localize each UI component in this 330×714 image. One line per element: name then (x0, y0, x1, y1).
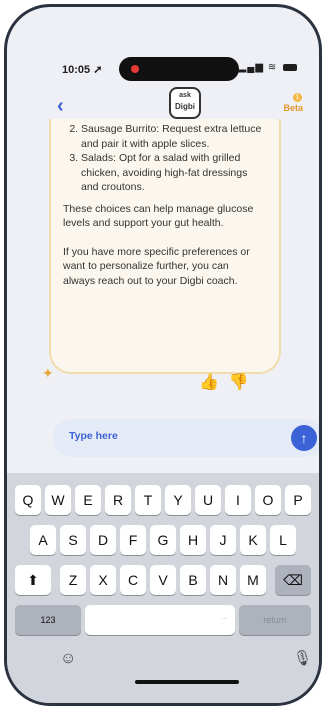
assistant-message-text: Sausage Burrito: Request extra lettuce a… (63, 122, 263, 288)
app-screen: 10:05 ➚ ▂▄▆ ≋ ‹ ask Digbi 1 Beta Sausage… (7, 7, 319, 703)
home-indicator[interactable] (135, 680, 239, 684)
status-time: 10:05 ➚ (62, 64, 103, 76)
key[interactable]: B (180, 565, 206, 595)
key[interactable]: R (105, 485, 131, 515)
key[interactable]: Y (165, 485, 191, 515)
key[interactable]: N (210, 565, 236, 595)
key[interactable]: E (75, 485, 101, 515)
list-item: Salads: Opt for a salad with grilled chi… (81, 151, 263, 195)
key[interactable]: K (240, 525, 266, 555)
key[interactable]: D (90, 525, 116, 555)
message-paragraph: If you have more specific preferences or… (63, 245, 250, 287)
feedback-buttons: 👍 👎 (199, 372, 259, 392)
key[interactable]: M (240, 565, 266, 595)
thumbs-down-icon[interactable]: 👎 (229, 374, 249, 391)
numbers-key[interactable]: 123 (15, 605, 81, 635)
key[interactable]: O (255, 485, 281, 515)
wifi-icon: ≋ (267, 62, 278, 73)
beta-badge[interactable]: Beta (283, 103, 303, 113)
message-input-bar: ↑ (53, 419, 319, 457)
space-key-hint: ... (221, 615, 227, 621)
microphone-icon[interactable]: 🎙 (293, 649, 312, 667)
arrow-up-icon: ↑ (300, 430, 308, 446)
phone-frame: 10:05 ➚ ▂▄▆ ≋ ‹ ask Digbi 1 Beta Sausage… (4, 4, 322, 706)
recording-indicator-icon (131, 65, 139, 73)
message-input[interactable] (67, 429, 271, 443)
emoji-icon[interactable]: ☺ (60, 650, 76, 668)
key[interactable]: V (150, 565, 176, 595)
keyboard: Q W E R T Y U I O P A S D F G H J K L ⬆ … (7, 473, 319, 703)
key[interactable]: P (285, 485, 311, 515)
key[interactable]: X (90, 565, 116, 595)
key[interactable]: I (225, 485, 251, 515)
battery-icon (283, 63, 297, 71)
logo-text-ask: ask (179, 92, 191, 99)
sparkle-icon: ✦ (42, 365, 54, 381)
backspace-key[interactable]: ⌫ (275, 565, 311, 595)
key[interactable]: C (120, 565, 146, 595)
key[interactable]: W (45, 485, 71, 515)
status-icons: ▂▄▆ ≋ (239, 62, 297, 73)
list-item: Sausage Burrito: Request extra lettuce a… (81, 122, 263, 151)
logo-text-digbi: Digbi (175, 102, 195, 111)
key[interactable]: Q (15, 485, 41, 515)
message-paragraph: These choices can help manage glucose le… (63, 202, 254, 230)
key[interactable]: G (150, 525, 176, 555)
recommendation-list: Sausage Burrito: Request extra lettuce a… (63, 122, 263, 195)
key[interactable]: J (210, 525, 236, 555)
key[interactable]: U (195, 485, 221, 515)
signal-icon: ▂▄▆ (238, 62, 265, 73)
dynamic-island (119, 57, 239, 81)
back-button[interactable]: ‹ (57, 95, 64, 118)
key[interactable]: F (120, 525, 146, 555)
key[interactable]: Z (60, 565, 86, 595)
shift-key[interactable]: ⬆ (15, 565, 51, 595)
ask-digbi-logo: ask Digbi (169, 87, 201, 121)
send-button[interactable]: ↑ (291, 425, 317, 451)
key[interactable]: L (270, 525, 296, 555)
space-key[interactable]: ... (85, 605, 235, 635)
key[interactable]: A (30, 525, 56, 555)
beta-count-badge: 1 (293, 93, 302, 102)
key[interactable]: T (135, 485, 161, 515)
key[interactable]: S (60, 525, 86, 555)
return-key[interactable]: return (239, 605, 311, 635)
thumbs-up-icon[interactable]: 👍 (199, 374, 219, 391)
key[interactable]: H (180, 525, 206, 555)
